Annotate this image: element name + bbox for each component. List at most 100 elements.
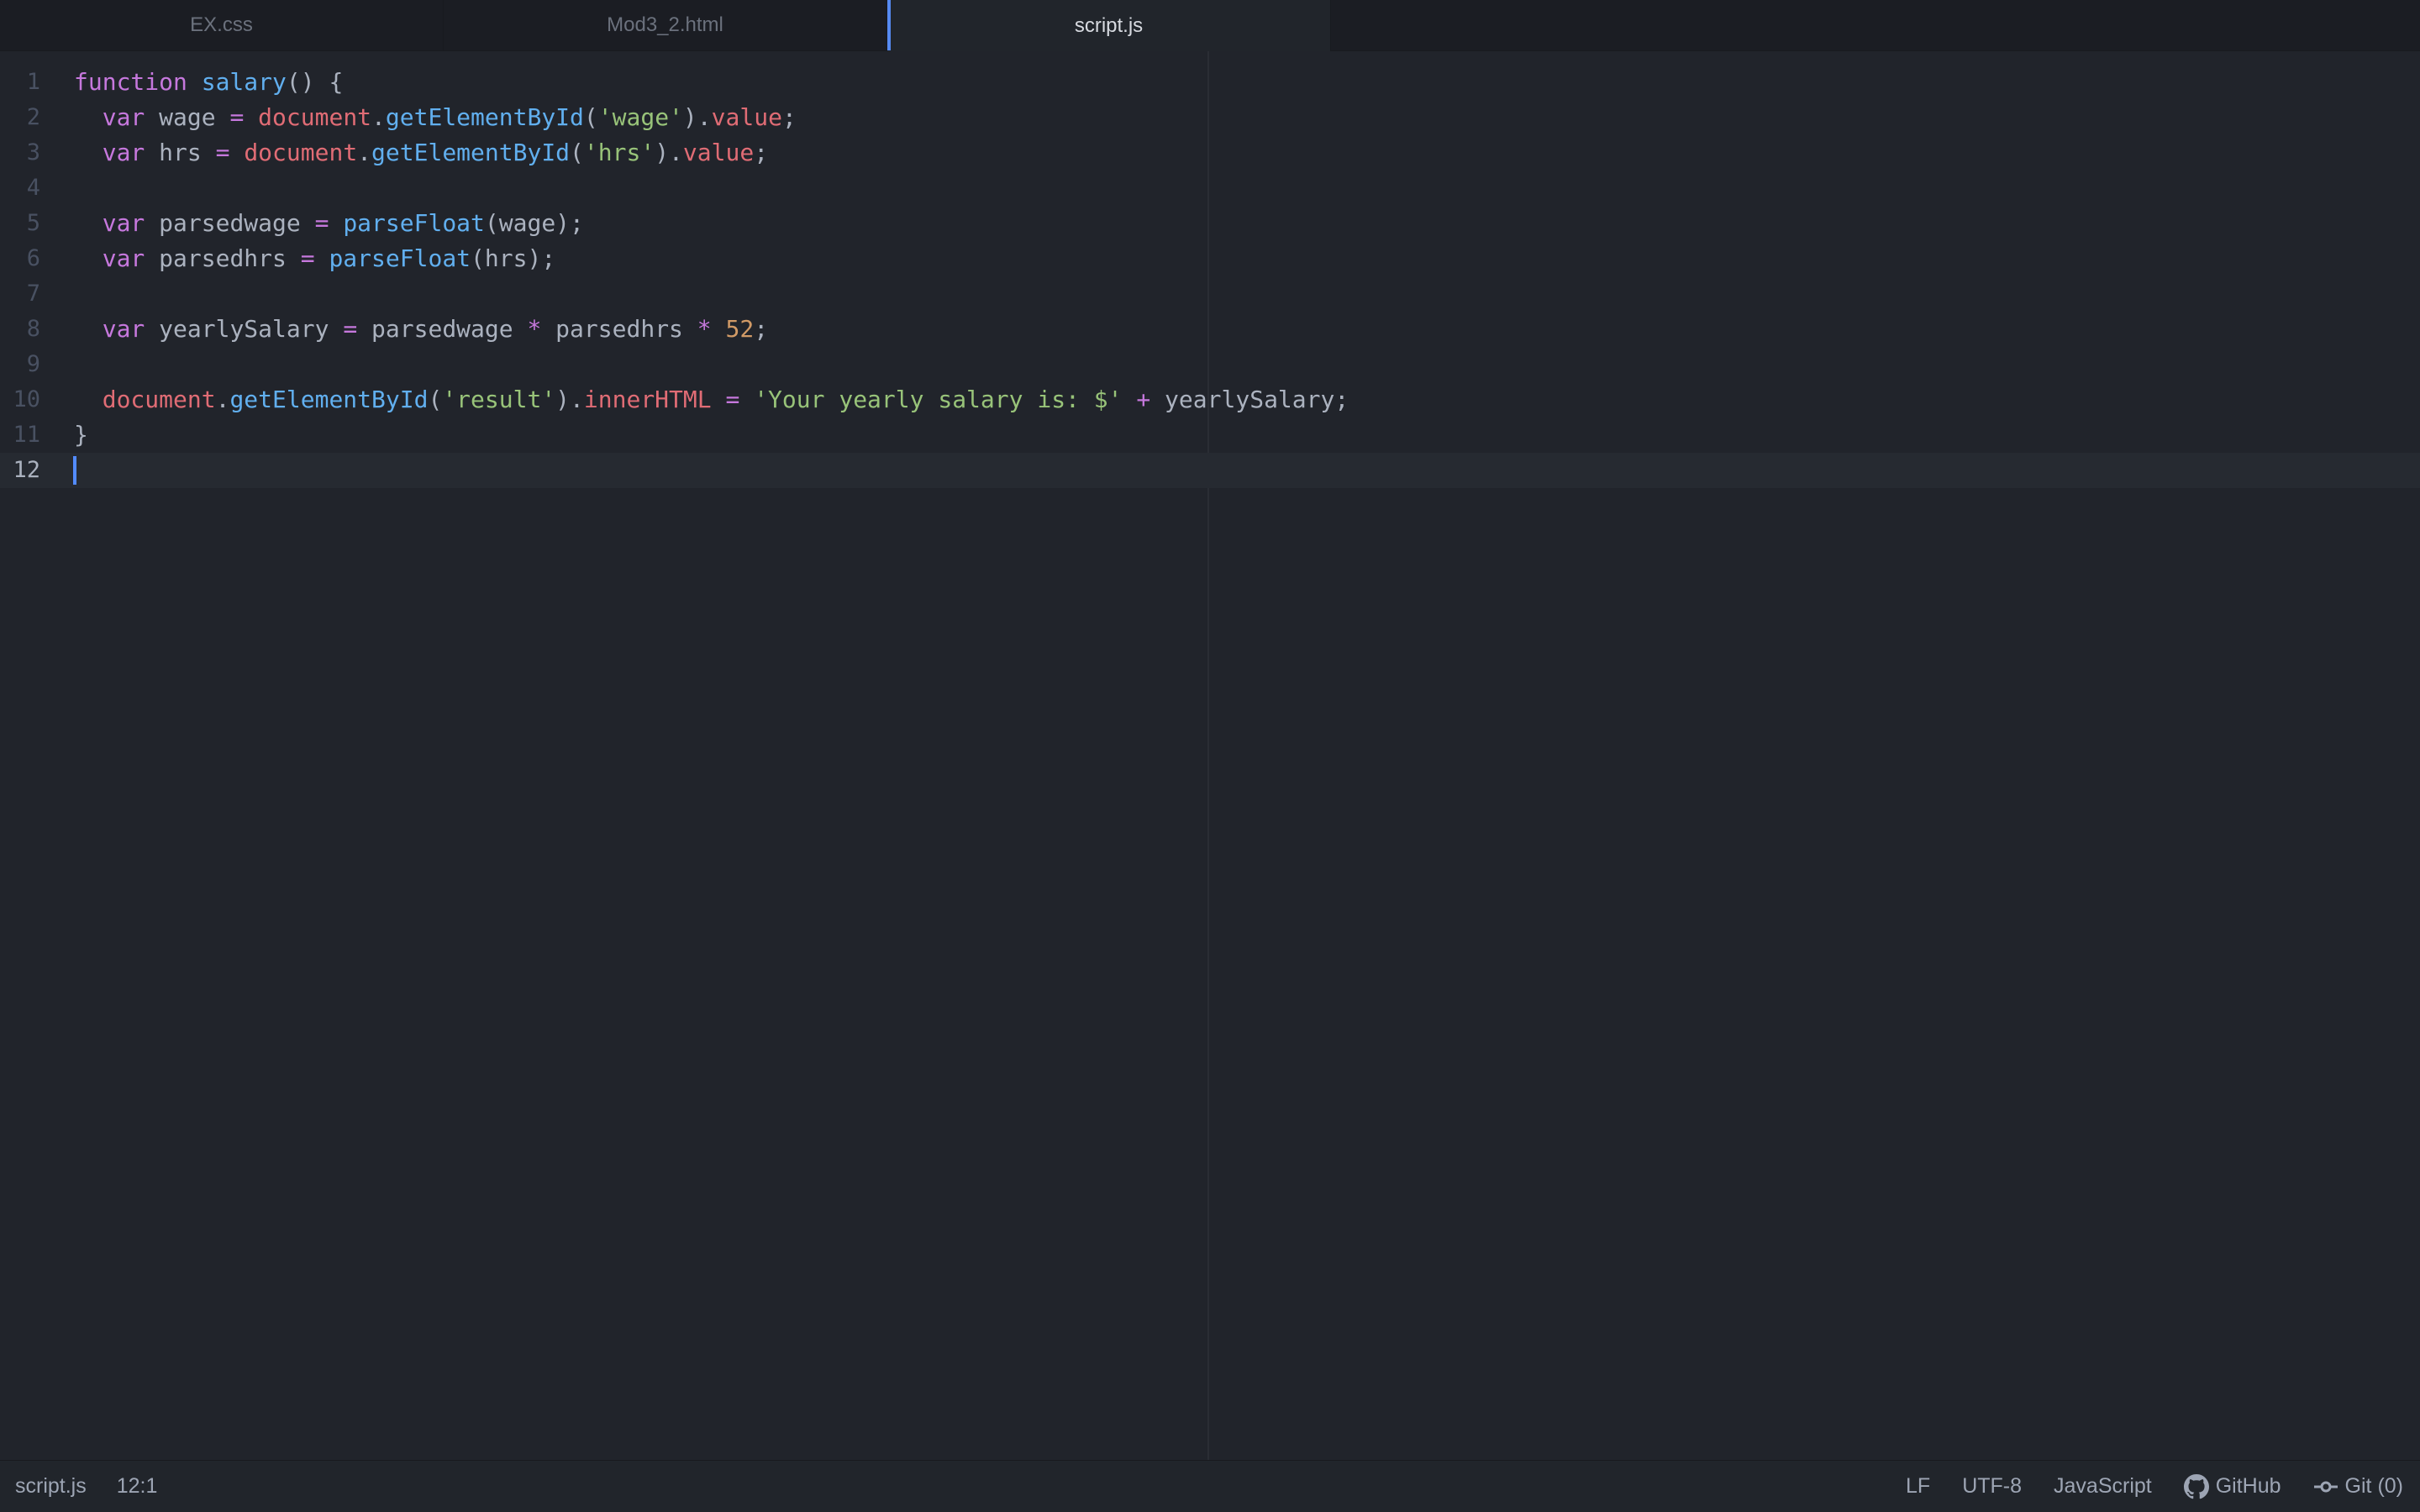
code-token: + (1136, 386, 1151, 413)
code-token: var (102, 244, 145, 272)
code-token: . (371, 103, 386, 131)
line-number[interactable]: 12 (0, 453, 40, 488)
github-icon (2183, 1473, 2209, 1499)
code-token: ( (428, 386, 443, 413)
code-token: parsedwage (357, 315, 528, 343)
status-line-ending[interactable]: LF (1906, 1474, 1930, 1499)
code-line[interactable]: 3 var hrs = document.getElementById('hrs… (0, 135, 2420, 171)
code-token: 'wage' (597, 103, 683, 131)
code-token: (wage); (484, 209, 584, 237)
code-token: parseFloat (329, 244, 471, 272)
line-number[interactable]: 8 (0, 312, 40, 347)
status-git[interactable]: Git (0) (2313, 1474, 2403, 1499)
code-token: var (102, 103, 145, 131)
code-token: ( (570, 139, 584, 166)
code-token: getElementById (371, 139, 571, 166)
code-token: document (102, 386, 216, 413)
line-code: var parsedhrs = parseFloat(hrs); (74, 241, 555, 276)
code-token: getElementById (229, 386, 429, 413)
line-number[interactable]: 1 (0, 65, 40, 100)
code-editor[interactable]: 1 function salary() {2 var wage = documen… (0, 51, 2420, 1460)
status-cursor-position[interactable]: 12:1 (117, 1474, 158, 1499)
code-line[interactable]: 6 var parsedhrs = parseFloat(hrs); (0, 241, 2420, 276)
code-token: () { (286, 68, 344, 96)
status-git-label: Git (0) (2344, 1474, 2403, 1498)
code-token: . (215, 386, 230, 413)
code-token: value (682, 139, 755, 166)
line-number[interactable]: 5 (0, 206, 40, 241)
line-number[interactable]: 2 (0, 100, 40, 135)
code-token: innerHTML (583, 386, 712, 413)
line-number[interactable]: 3 (0, 135, 40, 171)
code-token: value (711, 103, 782, 131)
line-number[interactable]: 6 (0, 241, 40, 276)
line-number[interactable]: 7 (0, 276, 40, 312)
code-line[interactable]: 4 (0, 171, 2420, 206)
line-code: function salary() { (74, 65, 343, 100)
code-token: var (102, 315, 145, 343)
editor-window: EX.css Mod3_2.html script.js 1 function s… (0, 0, 2420, 1512)
code-token: var (102, 209, 145, 237)
tab-script-js[interactable]: script.js (887, 0, 1331, 51)
code-token: } (74, 421, 88, 449)
line-code: var hrs = document.getElementById('hrs')… (74, 135, 768, 171)
code-line[interactable]: 10 document.getElementById('result').inn… (0, 382, 2420, 417)
code-line[interactable]: 9 (0, 347, 2420, 382)
text-cursor (73, 456, 76, 485)
code-line[interactable]: 8 var yearlySalary = parsedwage * parsed… (0, 312, 2420, 347)
code-token: parsedwage (145, 209, 315, 237)
code-token: wage (145, 103, 230, 131)
code-line[interactable]: 5 var parsedwage = parseFloat(wage); (0, 206, 2420, 241)
tab-ex-css[interactable]: EX.css (0, 0, 444, 50)
code-token: document (244, 139, 358, 166)
code-token: parsedhrs (541, 315, 697, 343)
code-token: ; (754, 139, 769, 166)
tab-label: Mod3_2.html (607, 13, 723, 36)
code-token: ). (682, 103, 712, 131)
code-token: getElementById (385, 103, 584, 131)
code-token: 52 (725, 315, 755, 343)
line-number[interactable]: 9 (0, 347, 40, 382)
code-token: ( (583, 103, 598, 131)
code-line[interactable]: 1 function salary() { (0, 65, 2420, 100)
tab-label: script.js (1074, 13, 1144, 37)
status-file-name[interactable]: script.js (15, 1474, 87, 1499)
code-token: ; (754, 315, 769, 343)
code-line[interactable]: 7 (0, 276, 2420, 312)
line-number[interactable]: 4 (0, 171, 40, 206)
code-token: = (725, 386, 740, 413)
code-line[interactable]: 2 var wage = document.getElementById('wa… (0, 100, 2420, 135)
code-token: yearlySalary (145, 315, 344, 343)
code-token: var (102, 139, 145, 166)
code-token: salary (201, 68, 287, 96)
line-code: var parsedwage = parseFloat(wage); (74, 206, 584, 241)
line-number[interactable]: 11 (0, 417, 40, 453)
code-token: * (527, 315, 542, 343)
code-token: . (357, 139, 372, 166)
code-line[interactable]: 11} (0, 417, 2420, 453)
status-bar: script.js 12:1 LF UTF-8 JavaScript GitHu… (0, 1460, 2420, 1512)
code-line[interactable]: 12 (0, 453, 2420, 488)
code-token: (hrs); (471, 244, 556, 272)
code-token: 'Your yearly salary is: $' (754, 386, 1123, 413)
status-encoding[interactable]: UTF-8 (1962, 1474, 2022, 1499)
status-github[interactable]: GitHub (2183, 1473, 2281, 1499)
tab-mod3-2-html[interactable]: Mod3_2.html (444, 0, 887, 50)
git-commit-icon (2313, 1474, 2338, 1499)
status-grammar[interactable]: JavaScript (2054, 1474, 2152, 1499)
line-code: var yearlySalary = parsedwage * parsedhr… (74, 312, 768, 347)
code-token: = (215, 139, 230, 166)
line-number[interactable]: 10 (0, 382, 40, 417)
code-token: parseFloat (343, 209, 485, 237)
tab-label: EX.css (190, 13, 253, 36)
code-token: document (258, 103, 372, 131)
code-token: 'result' (442, 386, 556, 413)
